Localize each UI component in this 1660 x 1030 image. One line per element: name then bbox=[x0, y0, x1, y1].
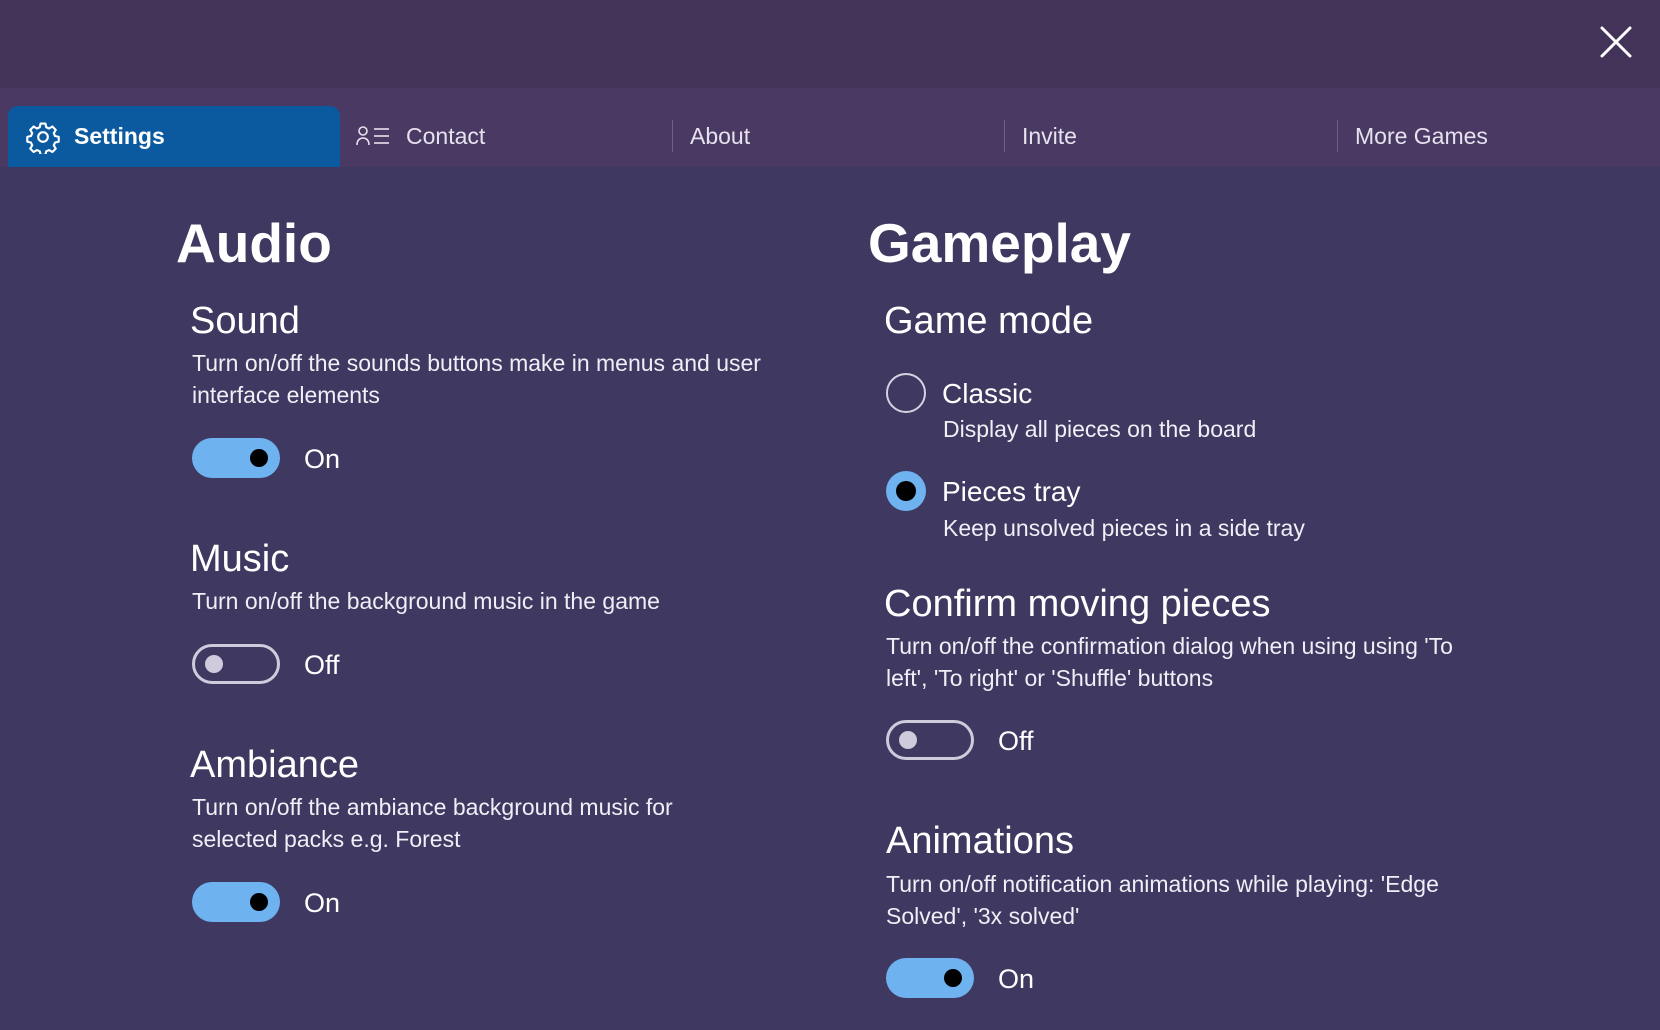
tab-more-games[interactable]: More Games bbox=[1355, 106, 1655, 167]
contact-list-icon bbox=[356, 125, 389, 145]
ambiance-description: Turn on/off the ambiance background musi… bbox=[192, 794, 673, 852]
toggle-knob bbox=[250, 449, 268, 467]
tab-about[interactable]: About bbox=[690, 106, 990, 167]
tab-about-label: About bbox=[690, 123, 751, 149]
sound-toggle[interactable] bbox=[192, 438, 280, 478]
animations-state: On bbox=[998, 964, 1035, 994]
close-icon bbox=[1600, 26, 1632, 58]
ambiance-state: On bbox=[304, 888, 341, 918]
tab-settings[interactable]: Settings bbox=[8, 106, 340, 167]
sound-description: Turn on/off the sounds buttons make in m… bbox=[192, 350, 761, 408]
confirm-moving-state: Off bbox=[998, 726, 1034, 756]
confirm-moving-title: Confirm moving pieces bbox=[884, 583, 1271, 625]
tab-contact[interactable]: Contact bbox=[356, 106, 656, 167]
tab-bar: Settings Contact About Invite More Games bbox=[0, 88, 1660, 167]
music-title: Music bbox=[190, 538, 290, 580]
music-description: Turn on/off the background music in the … bbox=[192, 588, 660, 614]
tab-divider bbox=[1004, 120, 1005, 152]
animations-toggle[interactable] bbox=[886, 958, 974, 998]
pieces-tray-radio[interactable] bbox=[886, 471, 926, 511]
gear-icon bbox=[26, 121, 60, 154]
game-mode-title: Game mode bbox=[884, 300, 1094, 342]
music-state: Off bbox=[304, 650, 340, 680]
tab-invite-label: Invite bbox=[1022, 123, 1077, 149]
gameplay-heading: Gameplay bbox=[868, 212, 1131, 274]
pieces-tray-label[interactable]: Pieces tray bbox=[942, 478, 1081, 506]
animations-description: Turn on/off notification animations whil… bbox=[886, 871, 1439, 929]
tab-invite[interactable]: Invite bbox=[1022, 106, 1322, 167]
music-toggle[interactable] bbox=[192, 644, 280, 684]
toggle-knob bbox=[205, 655, 223, 673]
tab-more-games-label: More Games bbox=[1355, 123, 1488, 149]
classic-label[interactable]: Classic bbox=[942, 380, 1032, 408]
sound-title: Sound bbox=[190, 300, 300, 342]
tab-contact-label: Contact bbox=[406, 123, 486, 149]
tab-settings-label: Settings bbox=[74, 123, 165, 149]
tab-divider bbox=[1337, 120, 1338, 152]
classic-radio[interactable] bbox=[886, 373, 926, 413]
animations-title: Animations bbox=[886, 820, 1074, 862]
confirm-moving-toggle[interactable] bbox=[886, 720, 974, 760]
confirm-moving-description: Turn on/off the confirmation dialog when… bbox=[886, 633, 1453, 691]
toggle-knob bbox=[899, 731, 917, 749]
tab-divider bbox=[672, 120, 673, 152]
pieces-tray-description: Keep unsolved pieces in a side tray bbox=[943, 515, 1305, 541]
radio-dot bbox=[896, 481, 916, 501]
toggle-knob bbox=[250, 893, 268, 911]
ambiance-toggle[interactable] bbox=[192, 882, 280, 922]
title-bar bbox=[0, 0, 1660, 88]
classic-description: Display all pieces on the board bbox=[943, 416, 1257, 442]
toggle-knob bbox=[944, 969, 962, 987]
ambiance-title: Ambiance bbox=[190, 744, 359, 786]
close-button[interactable] bbox=[1596, 22, 1636, 62]
audio-heading: Audio bbox=[176, 212, 332, 274]
sound-state: On bbox=[304, 444, 341, 474]
